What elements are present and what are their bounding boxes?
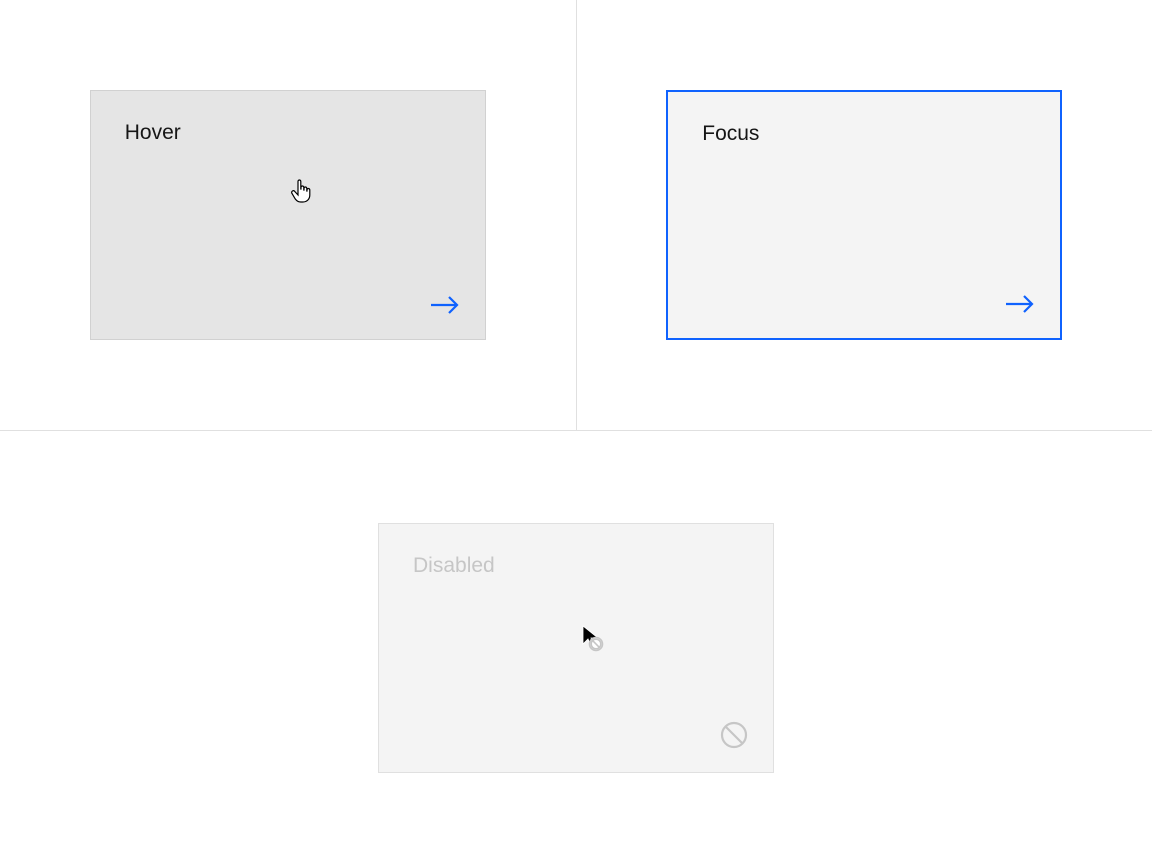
not-allowed-cursor-icon — [579, 624, 605, 652]
pointer-hand-icon — [289, 179, 313, 205]
bottom-row: Disabled — [0, 431, 1152, 864]
top-row: Hover Focus — [0, 0, 1152, 431]
hover-label: Hover — [125, 121, 451, 145]
focus-cell: Focus — [577, 0, 1152, 430]
arrow-right-icon — [1004, 294, 1036, 314]
focus-label: Focus — [702, 122, 1026, 146]
disabled-tile: Disabled — [378, 523, 774, 773]
prohibit-icon — [719, 720, 749, 750]
focus-tile[interactable]: Focus — [666, 90, 1062, 340]
arrow-right-icon — [429, 295, 461, 315]
hover-cell: Hover — [0, 0, 577, 430]
hover-tile[interactable]: Hover — [90, 90, 486, 340]
disabled-label: Disabled — [413, 554, 739, 578]
